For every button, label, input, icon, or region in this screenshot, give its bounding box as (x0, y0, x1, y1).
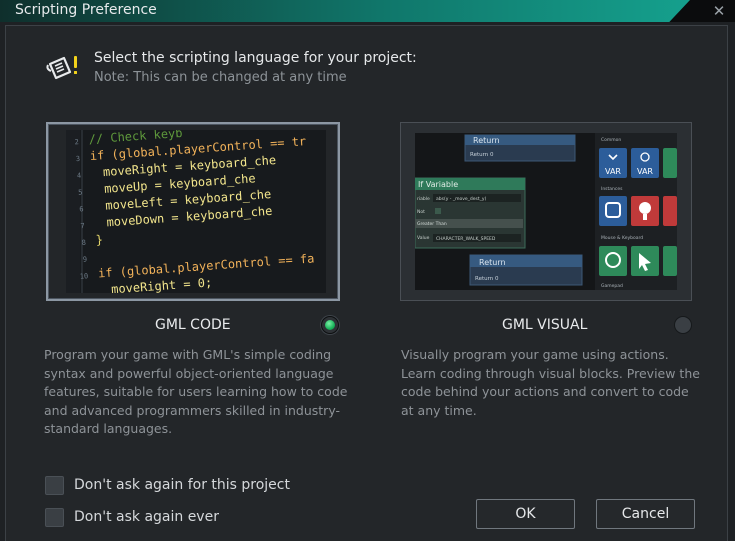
window-title: Scripting Preference (15, 2, 157, 18)
close-button[interactable]: ✕ (709, 1, 729, 21)
action-palette: Common VAR VAR Instances Mouse & Keyboar… (595, 133, 677, 290)
palette-tile-var-1: VAR (605, 167, 621, 176)
return-bottom-title: Return (479, 258, 506, 267)
if-row-2-value: Greater Than (417, 221, 447, 227)
if-variable-title: If Variable (418, 180, 458, 189)
gml-code-radio[interactable] (321, 316, 339, 334)
palette-section-instances: Instances (601, 186, 623, 192)
return-top-label: Return (470, 152, 489, 158)
code-line-number: 5 (78, 188, 83, 196)
code-line-number: 4 (77, 172, 82, 180)
gml-visual-preview[interactable]: Return Return 0 If Variable riable abs(y… (400, 122, 692, 301)
palette-section-mouse: Mouse & Keyboard (601, 235, 643, 241)
code-line-number: 8 (81, 239, 86, 247)
code-line-number: 10 (80, 272, 89, 281)
dont-ask-project-checkbox[interactable] (45, 476, 64, 495)
code-line-number: 6 (79, 205, 84, 213)
return-block-top: Return Return 0 (464, 134, 576, 162)
return-bottom-value: 0 (495, 276, 499, 282)
code-line-number: 3 (76, 155, 81, 163)
code-preview-image: 2// Check keyb 3 if (global.playerControl … (66, 130, 326, 293)
if-variable-block: If Variable riable abs(y - _move_dest_y)… (415, 177, 526, 249)
code-line-text: } (95, 233, 103, 247)
visual-preview-image: Return Return 0 If Variable riable abs(y… (415, 133, 677, 290)
dont-ask-project-label: Don't ask again for this project (74, 477, 290, 493)
title-bar: Scripting Preference ✕ (0, 0, 735, 22)
if-row-0-value: abs(y - _move_dest_y) (436, 196, 487, 202)
palette-section-common: Common (601, 137, 621, 143)
return-top-title: Return (473, 136, 500, 145)
return-top-value: 0 (490, 152, 494, 158)
close-icon: ✕ (712, 2, 726, 20)
code-line-number: 2 (74, 138, 79, 146)
note-text: Note: This can be changed at any time (94, 70, 347, 85)
gml-visual-radio[interactable] (674, 316, 692, 334)
prompt-text: Select the scripting language for your p… (94, 50, 417, 66)
gml-code-preview[interactable]: 2// Check keyb 3 if (global.playerControl … (46, 122, 340, 301)
palette-section-gamepad: Gamepad (601, 283, 623, 289)
return-bottom-label: Return (475, 276, 494, 282)
if-row-1-label: Not (417, 209, 425, 215)
script-scroll-icon (44, 54, 82, 84)
if-row-3-value: CHARACTER_WALK_SPEED (436, 236, 496, 242)
if-row-0-label: riable (417, 196, 430, 202)
dont-ask-ever-checkbox[interactable] (45, 508, 64, 527)
cancel-button[interactable]: Cancel (596, 499, 695, 529)
if-row-3-label: Value (417, 235, 430, 241)
palette-tile-var-2: VAR (637, 167, 653, 176)
code-line-number: 7 (80, 222, 85, 230)
gml-code-label: GML CODE (155, 317, 231, 333)
dont-ask-ever-label: Don't ask again ever (74, 509, 219, 525)
gml-visual-description: Visually program your game using actions… (401, 347, 700, 418)
gml-visual-label: GML VISUAL (502, 317, 588, 333)
code-line-number: 9 (83, 255, 88, 263)
ok-button[interactable]: OK (476, 499, 575, 529)
gml-code-description: Program your game with GML's simple codi… (44, 347, 348, 436)
return-block-bottom: Return Return 0 (469, 254, 583, 286)
